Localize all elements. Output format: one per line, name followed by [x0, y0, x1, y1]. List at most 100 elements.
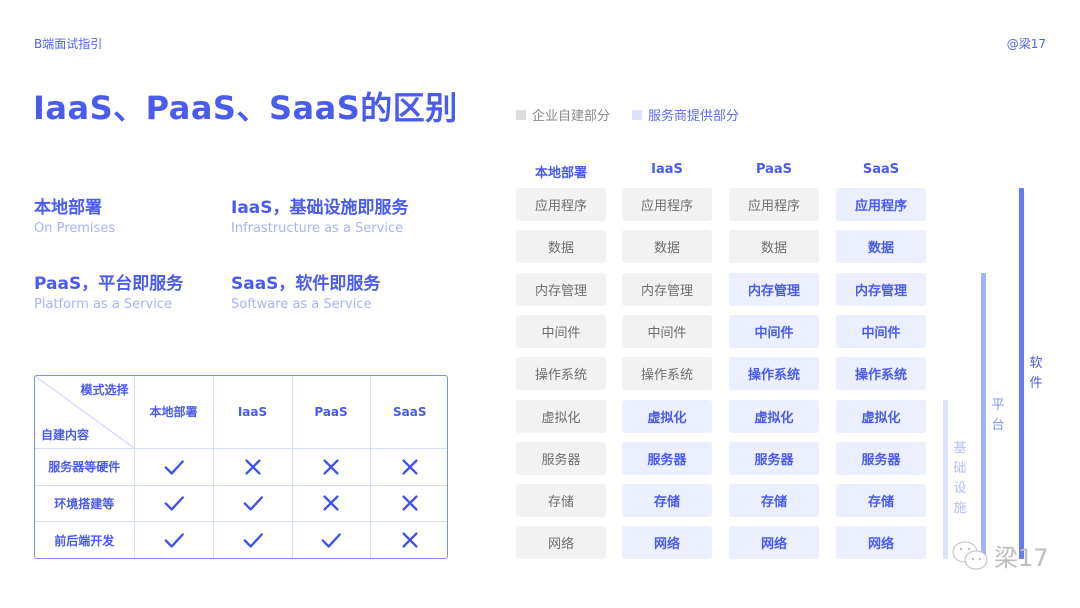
table-cell-cross [291, 448, 371, 486]
legend-label-provider: 服务商提供部分 [648, 109, 740, 124]
stack-layer-provider: 操作系统 [836, 357, 926, 391]
check-icon [243, 496, 263, 512]
definition-subtitle: Infrastructure as a Service [231, 221, 404, 236]
table-cell-check [133, 521, 214, 558]
stack-layer-provider: 网络 [836, 526, 926, 560]
tier-bar [1019, 188, 1024, 559]
stack-layer-provider: 虚拟化 [729, 399, 819, 433]
stack-layer-provider: 网络 [622, 526, 712, 560]
definition-saas: SaaS，软件即服务 Software as a Service [231, 269, 380, 312]
column-header: SaaS [369, 376, 447, 449]
stack-layer-provider: 存储 [729, 484, 819, 518]
corner-label-mode: 模式选择 [80, 383, 129, 397]
stack-layer-self-built: 中间件 [622, 314, 712, 348]
stack-layer-self-built: 操作系统 [516, 357, 606, 391]
table-row: 前后端开发 [35, 521, 447, 558]
stack-layer-provider: 服务器 [622, 441, 712, 475]
definition-on-premises: 本地部署 On Premises [34, 193, 115, 236]
check-icon [164, 496, 184, 512]
column-header: 本地部署 [133, 376, 214, 449]
legend-swatch-provider [632, 109, 643, 120]
stack-layer-self-built: 应用程序 [516, 188, 606, 221]
table-row: 环境搭建等 [35, 484, 447, 523]
row-label: 前后端开发 [35, 521, 135, 558]
stack-layer-self-built: 内存管理 [516, 272, 606, 306]
cross-icon [244, 458, 261, 475]
stack-column-header: PaaS [755, 162, 793, 177]
stack-layer-self-built: 数据 [516, 230, 606, 264]
comparison-table: 模式选择 自建内容 本地部署 IaaS PaaS SaaS 服务器等硬件 环境搭建… [34, 375, 448, 559]
watermark: 梁17 [950, 538, 1049, 573]
table-corner-cell: 模式选择 自建内容 [35, 376, 135, 449]
table-cell-cross [369, 484, 447, 523]
stack-layer-provider: 中间件 [729, 314, 819, 348]
table-row: 服务器等硬件 [35, 448, 447, 486]
stack-layer-provider: 内存管理 [836, 272, 926, 306]
wechat-icon [952, 540, 988, 570]
corner-label-content: 自建内容 [41, 427, 90, 442]
table-cell-cross [212, 448, 293, 486]
row-label: 服务器等硬件 [35, 448, 135, 486]
cross-icon [402, 495, 418, 512]
stack-layer-provider: 虚拟化 [622, 399, 712, 433]
tier-label: 基础设施 [953, 441, 967, 517]
table-cell-cross [291, 484, 371, 523]
stack-layer-self-built: 虚拟化 [516, 399, 606, 433]
definition-title: SaaS，软件即服务 [231, 274, 381, 294]
stack-layer-self-built: 存储 [516, 484, 606, 518]
stack-layer-self-built: 应用程序 [729, 188, 819, 221]
table-cell-cross [369, 521, 447, 558]
stack-layer-self-built: 数据 [729, 230, 819, 264]
stack-layer-provider: 中间件 [836, 314, 926, 348]
legend-item-self-built: 企业自建部分 [516, 105, 610, 124]
check-icon [164, 459, 184, 475]
legend-item-provider: 服务商提供部分 [632, 105, 739, 124]
page-title: IaaS、PaaS、SaaS的区别 [33, 89, 458, 127]
definition-iaas: IaaS，基础设施即服务 Infrastructure as a Service [231, 193, 409, 236]
definition-title: 本地部署 [34, 198, 102, 218]
stack-layer-self-built: 操作系统 [622, 357, 712, 391]
brand-label: B端面试指引 [34, 37, 103, 51]
stack-layer-self-built: 网络 [516, 526, 606, 560]
stack-layer-provider: 操作系统 [729, 357, 819, 391]
table-cell-cross [369, 448, 447, 486]
check-icon [321, 533, 341, 548]
stack-layer-self-built: 数据 [622, 230, 712, 264]
tier-bar [943, 399, 948, 559]
table-cell-check [212, 484, 293, 523]
stack-layer-provider: 服务器 [729, 441, 819, 475]
definition-paas: PaaS，平台即服务 Platform as a Service [34, 269, 183, 312]
watermark-text: 梁17 [994, 544, 1049, 572]
column-header: IaaS [212, 376, 293, 449]
stack-layer-provider: 存储 [836, 484, 926, 518]
stack-layer-provider: 数据 [836, 230, 926, 264]
definition-subtitle: Platform as a Service [34, 297, 172, 312]
tier-label: 软件 [1029, 355, 1043, 391]
stack-layer-provider: 内存管理 [729, 272, 819, 306]
stack-column-header: 本地部署 [534, 166, 587, 181]
stack-layer-self-built: 应用程序 [622, 188, 712, 221]
tier-bar [981, 272, 986, 559]
row-label: 环境搭建等 [35, 484, 135, 523]
cross-icon [402, 458, 418, 475]
column-header: PaaS [291, 376, 371, 449]
check-icon [243, 533, 263, 548]
definition-subtitle: On Premises [34, 221, 116, 236]
table-cell-check [291, 521, 371, 558]
stack-layer-provider: 服务器 [836, 441, 926, 475]
stack-layer-self-built: 内存管理 [622, 272, 712, 306]
stack-column-header: SaaS [862, 162, 900, 177]
legend-label-self-built: 企业自建部分 [532, 109, 611, 124]
legend: 企业自建部分 服务商提供部分 [516, 105, 761, 124]
stack-layer-self-built: 中间件 [516, 314, 606, 348]
cross-icon [323, 495, 339, 512]
stack-column-header: IaaS [651, 162, 683, 177]
stack-layer-provider: 存储 [622, 484, 712, 518]
cross-icon [402, 532, 418, 548]
tier-label: 平台 [991, 397, 1005, 433]
stack-layer-self-built: 服务器 [516, 441, 606, 475]
table-cell-check [133, 484, 214, 523]
author-label: @梁17 [1006, 37, 1046, 51]
table-header-row: 模式选择 自建内容 本地部署 IaaS PaaS SaaS [35, 376, 447, 449]
cross-icon [323, 458, 339, 475]
